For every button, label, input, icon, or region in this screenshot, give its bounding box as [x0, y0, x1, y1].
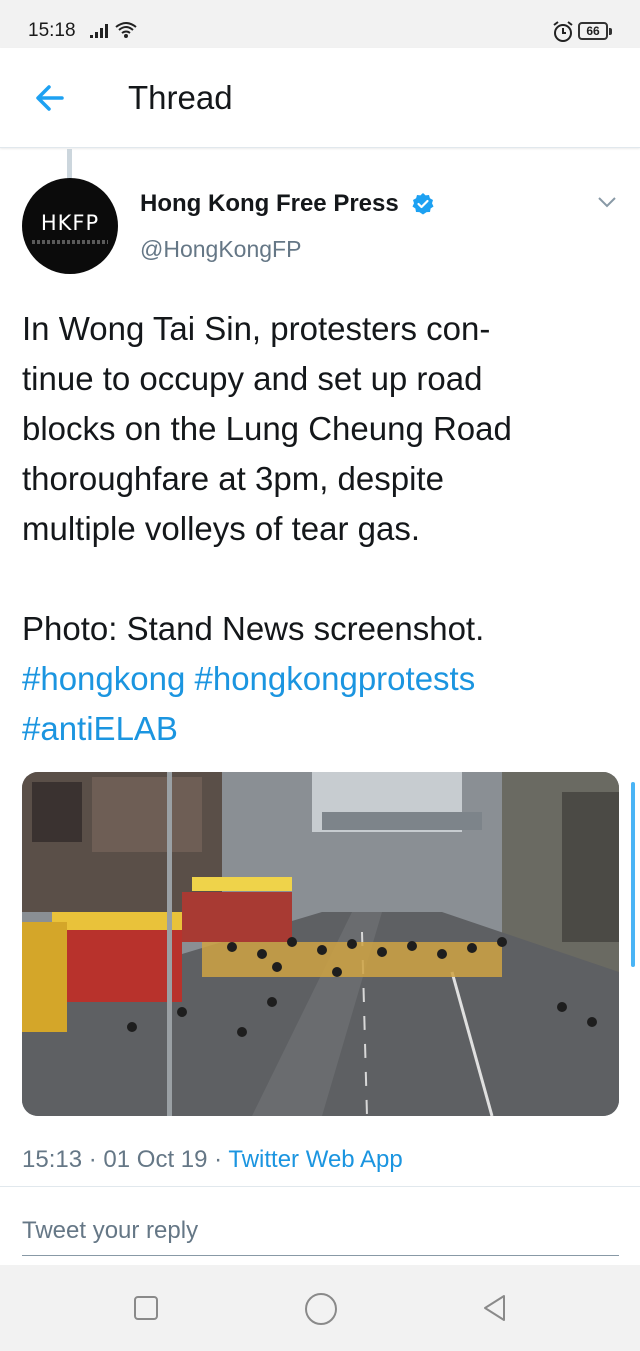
thread-connector-line	[67, 149, 72, 179]
tweet-date: 01 Oct 19	[103, 1146, 208, 1173]
tweet-text-line: blocks on the Lung Cheung Road	[22, 410, 512, 447]
status-bar: 15:18 66	[0, 0, 640, 48]
author-handle[interactable]: @HongKongFP	[140, 236, 301, 263]
battery-tip	[609, 28, 612, 35]
reply-input[interactable]	[22, 1206, 619, 1256]
avatar[interactable]: HKFP	[22, 178, 118, 274]
meta-separator: ·	[214, 1146, 223, 1173]
street-photo-illustration	[22, 772, 619, 1116]
author-name[interactable]: Hong Kong Free Press	[140, 190, 399, 218]
photo-credit: Photo: Stand News screenshot.	[22, 610, 485, 647]
tweet-text-line: tinue to occupy and set up road	[22, 360, 483, 397]
tweet-text-line: In Wong Tai Sin, protesters con-	[22, 310, 491, 347]
battery-icon: 66	[578, 22, 608, 40]
avatar-stripe	[32, 240, 108, 244]
signal-icon	[90, 24, 108, 38]
meta-separator: ·	[88, 1146, 97, 1173]
page-title: Thread	[128, 79, 233, 116]
alarm-icon	[553, 21, 573, 42]
divider	[0, 1186, 640, 1187]
wifi-icon	[115, 22, 137, 38]
hashtag-link[interactable]: #hongkong	[22, 660, 185, 697]
tweet-time: 15:13	[22, 1146, 83, 1173]
scrollbar[interactable]	[631, 782, 635, 967]
back-arrow-icon[interactable]	[30, 78, 70, 118]
tweet-source-link[interactable]: Twitter Web App	[228, 1146, 402, 1173]
verified-badge-icon	[412, 193, 434, 215]
hashtag-line: #hongkong #hongkongprotests	[22, 654, 622, 704]
home-circle-icon[interactable]	[305, 1293, 337, 1325]
hashtag-link[interactable]: #hongkongprotests	[195, 660, 476, 697]
avatar-logo-text: HKFP	[40, 211, 100, 235]
tweet-meta: 15:13 · 01 Oct 19 · Twitter Web App	[22, 1146, 403, 1174]
back-triangle-icon[interactable]	[480, 1293, 510, 1323]
tweet-text-line: thoroughfare at 3pm, despite	[22, 460, 444, 497]
hashtag-line: #antiELAB	[22, 704, 622, 754]
tweet-photo[interactable]	[22, 772, 619, 1116]
chevron-down-icon[interactable]	[596, 194, 618, 210]
system-nav-bar	[0, 1265, 640, 1351]
tweet-text-line: multiple volleys of tear gas.	[22, 510, 421, 547]
hashtag-link[interactable]: #antiELAB	[22, 710, 178, 747]
tweet-text: In Wong Tai Sin, protesters con- tinue t…	[22, 304, 622, 754]
status-time: 15:18	[28, 20, 76, 41]
recents-square-icon[interactable]	[134, 1296, 158, 1320]
app-header: Thread	[0, 48, 640, 148]
